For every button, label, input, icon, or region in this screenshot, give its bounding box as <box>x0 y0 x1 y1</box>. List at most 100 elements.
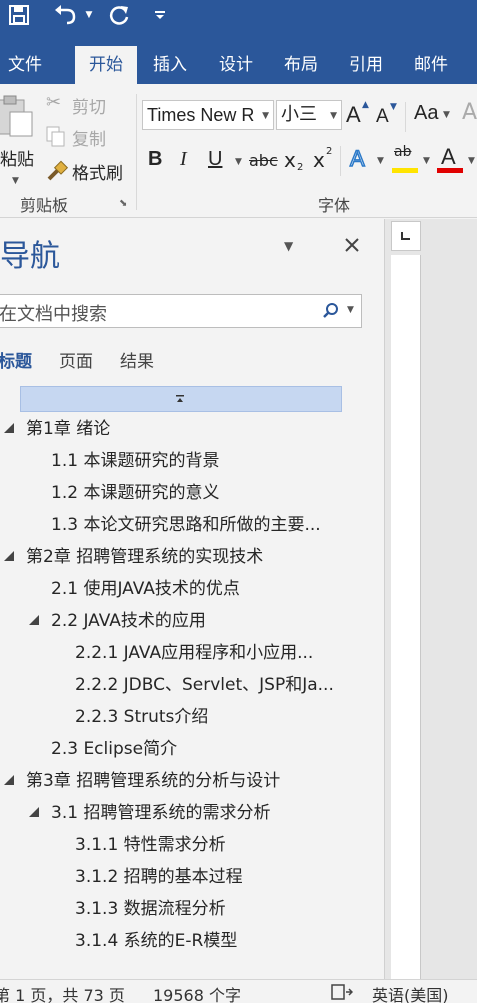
heading-item[interactable]: 1.2 本课题研究的意义 <box>51 479 219 507</box>
clear-formatting-button[interactable]: A <box>460 100 477 130</box>
nav-title: 导航 <box>0 239 60 274</box>
heading-item[interactable]: 2.2.2 JDBC、Servlet、JSP和Ja... <box>75 671 334 699</box>
font-name-value: Times New R <box>147 105 255 125</box>
text-effects-icon: A <box>349 145 365 172</box>
font-color-icon: A <box>441 144 456 169</box>
heading-item[interactable]: 第2章 招聘管理系统的实现技术 <box>26 543 263 571</box>
dialog-launcher-icon[interactable]: ⬊ <box>119 198 127 209</box>
heading-item[interactable]: 3.1.1 特性需求分析 <box>75 831 226 859</box>
font-color-bar <box>437 168 463 173</box>
cut-label: 剪切 <box>72 98 106 118</box>
tab-home[interactable]: 开始 <box>75 46 137 84</box>
heading-item[interactable]: 2.2 JAVA技术的应用 <box>51 607 206 635</box>
quick-access-toolbar: ▼ <box>0 0 477 38</box>
paste-dropdown-icon: ▼ <box>12 176 19 186</box>
paste-button[interactable]: 粘贴 ▼ <box>0 90 40 186</box>
close-icon[interactable] <box>343 236 361 258</box>
italic-button[interactable]: I <box>180 148 187 171</box>
tab-references[interactable]: 引用 <box>336 46 396 84</box>
shrink-font-icon: A <box>376 106 389 127</box>
tab-layout[interactable]: 布局 <box>271 46 331 84</box>
ribbon-tabs: 文件 开始 插入 设计 布局 引用 邮件 <box>0 38 477 84</box>
subscript-x: x <box>284 148 296 172</box>
subscript-button[interactable]: x 2 <box>284 148 308 176</box>
save-icon[interactable] <box>4 0 34 30</box>
heading-item[interactable]: 2.3 Eclipse简介 <box>51 735 177 763</box>
underline-dropdown-icon[interactable]: ▼ <box>235 157 242 167</box>
heading-item[interactable]: 2.2.1 JAVA应用程序和小应用... <box>75 639 313 667</box>
group-separator <box>340 146 341 176</box>
font-name-dropdown-icon[interactable]: ▼ <box>262 102 269 129</box>
redo-icon[interactable] <box>104 0 134 30</box>
cut-button[interactable]: ✂ 剪切 <box>44 92 116 118</box>
highlight-button[interactable]: ab ▼ <box>392 144 432 176</box>
font-color-dropdown-icon: ▼ <box>468 156 475 166</box>
font-name-combo[interactable]: Times New R ▼ <box>142 100 274 130</box>
font-color-button[interactable]: A ▼ <box>437 144 477 176</box>
expand-triangle-icon[interactable] <box>4 775 14 785</box>
superscript-button[interactable]: x 2 <box>313 146 337 176</box>
tab-file[interactable]: 文件 <box>0 46 50 84</box>
change-case-icon: Aa <box>414 102 439 124</box>
heading-item[interactable]: 1.3 本论文研究思路和所做的主要... <box>51 511 321 539</box>
bold-button[interactable]: B <box>148 148 162 171</box>
nav-search-box[interactable]: 在文档中搜索 ▼ <box>0 294 362 328</box>
heading-item[interactable]: 第1章 绪论 <box>26 415 110 443</box>
undo-dropdown-icon[interactable]: ▼ <box>82 0 96 30</box>
search-input[interactable]: 在文档中搜索 <box>0 300 107 326</box>
strikethrough-button[interactable]: abc <box>249 151 278 170</box>
nav-options-dropdown-icon[interactable]: ▼ <box>284 239 293 253</box>
heading-item[interactable]: 第3章 招聘管理系统的分析与设计 <box>26 767 280 795</box>
search-icon[interactable] <box>322 302 340 324</box>
heading-item[interactable]: 2.2.3 Struts介绍 <box>75 703 208 731</box>
tab-mailings[interactable]: 邮件 <box>401 46 461 84</box>
page-count[interactable]: 第 1 页，共 73 页 <box>0 982 125 1003</box>
collapse-all-bar[interactable] <box>20 386 342 412</box>
heading-item[interactable]: 1.1 本课题研究的背景 <box>51 447 219 475</box>
shrink-font-button[interactable]: A ▼ <box>376 102 400 132</box>
change-case-button[interactable]: Aa ▼ <box>412 102 452 130</box>
heading-item[interactable]: 3.1.2 招聘的基本过程 <box>75 863 243 891</box>
tab-selector[interactable] <box>391 221 421 251</box>
heading-item[interactable]: 3.1 招聘管理系统的需求分析 <box>51 799 270 827</box>
highlighter-icon: ab <box>394 144 412 160</box>
underline-button[interactable]: U <box>208 148 222 171</box>
proofing-icon[interactable] <box>331 984 354 1003</box>
subtab-headings[interactable]: 标题 <box>0 347 32 372</box>
copy-button[interactable]: 复制 <box>44 124 116 150</box>
heading-item[interactable]: 3.1.4 系统的E-R模型 <box>75 927 237 955</box>
clipboard-group-label: 剪贴板 <box>20 196 69 215</box>
tab-insert[interactable]: 插入 <box>140 46 200 84</box>
font-size-dropdown-icon[interactable]: ▼ <box>330 102 337 129</box>
customize-qat-icon[interactable] <box>152 0 168 30</box>
clear-formatting-icon: A <box>462 100 477 125</box>
expand-triangle-icon[interactable] <box>29 807 39 817</box>
undo-icon[interactable] <box>50 0 80 30</box>
tab-design[interactable]: 设计 <box>206 46 266 84</box>
text-effects-button[interactable]: A ▼ <box>349 145 388 176</box>
paintbrush-icon <box>47 160 68 181</box>
document-area[interactable] <box>384 219 477 979</box>
subtab-pages[interactable]: 页面 <box>59 347 93 372</box>
highlight-color-bar <box>392 168 418 173</box>
subtab-results[interactable]: 结果 <box>120 347 154 372</box>
search-dropdown-icon[interactable]: ▼ <box>347 305 354 315</box>
subscript-digit: 2 <box>297 162 304 173</box>
heading-item[interactable]: 2.1 使用JAVA技术的优点 <box>51 575 240 603</box>
collapse-icon <box>176 395 184 402</box>
expand-triangle-icon[interactable] <box>4 551 14 561</box>
superscript-digit: 2 <box>326 146 333 157</box>
shrink-arrow-icon: ▼ <box>390 102 397 112</box>
expand-triangle-icon[interactable] <box>4 423 14 433</box>
expand-triangle-icon[interactable] <box>29 615 39 625</box>
format-painter-button[interactable]: 格式刷 <box>44 158 130 184</box>
grow-font-button[interactable]: A ▲ <box>346 100 372 130</box>
font-group-label: 字体 <box>318 196 351 215</box>
heading-item[interactable]: 3.1.3 数据流程分析 <box>75 895 226 923</box>
word-count[interactable]: 19568 个字 <box>153 982 241 1003</box>
word-window: ▼ 文件 开始 插入 设计 布局 引用 邮件 粘贴 ▼ ✂ 剪切 复制 格式刷 … <box>0 0 477 1003</box>
copy-icon <box>46 126 65 147</box>
language-indicator[interactable]: 英语(美国) <box>372 982 449 1003</box>
font-size-combo[interactable]: 小三 ▼ <box>276 100 342 130</box>
paste-label: 粘贴 <box>0 150 34 170</box>
